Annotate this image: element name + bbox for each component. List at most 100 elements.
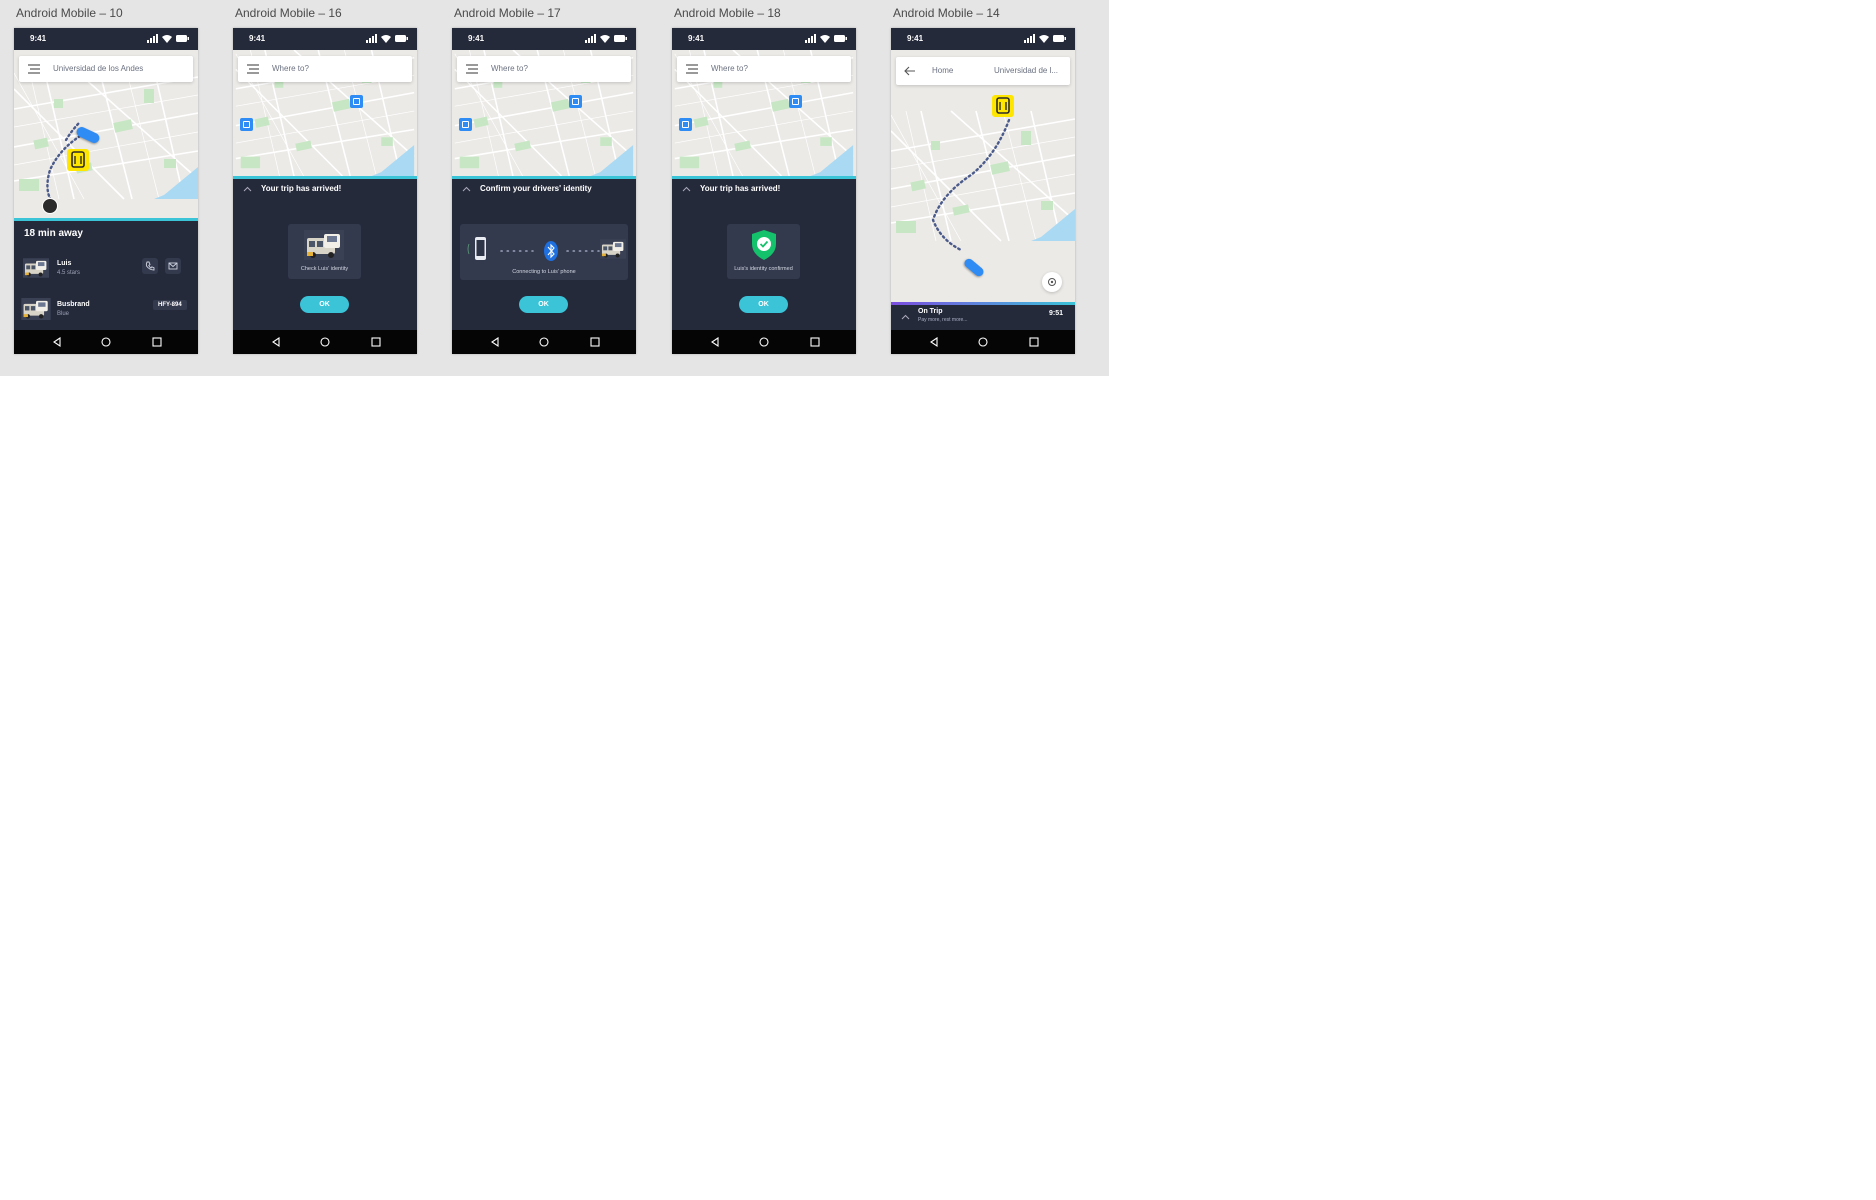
back-icon[interactable]	[928, 336, 940, 348]
status-bar: 9:41	[233, 28, 417, 50]
sheet-title: Confirm your drivers' identity	[480, 184, 592, 193]
smartphone-icon	[467, 237, 486, 260]
frame-label: Android Mobile – 10	[16, 6, 123, 20]
back-icon[interactable]	[709, 336, 721, 348]
bus-photo	[304, 230, 344, 260]
trip-subtitle: Pay more, rest more...	[918, 317, 968, 323]
phone-frame-17: 9:41 Confirm your drivers' identity Conn…	[452, 28, 636, 354]
home-icon[interactable]	[758, 336, 770, 348]
status-icons	[1024, 34, 1066, 43]
chevron-up-icon[interactable]	[682, 186, 691, 192]
call-button[interactable]	[142, 258, 158, 274]
bus-stop-icon[interactable]	[66, 148, 90, 172]
recents-icon[interactable]	[1028, 336, 1040, 348]
route-bar[interactable]: Home Universidad de l...	[896, 57, 1070, 85]
bus-brand: Busbrand	[57, 301, 90, 308]
user-avatar-marker	[42, 198, 58, 214]
chevron-up-icon[interactable]	[901, 314, 910, 320]
destination-bus-stop-icon[interactable]	[991, 94, 1015, 118]
bus-stop-pin[interactable]	[679, 118, 692, 131]
arrow-back-icon[interactable]	[904, 66, 916, 76]
card-caption: Luis's identity confirmed	[734, 266, 793, 272]
destination-field[interactable]: Universidad de l...	[994, 66, 1058, 75]
bus-stop-pin[interactable]	[350, 95, 363, 108]
frame-label: Android Mobile – 16	[235, 6, 342, 20]
menu-icon[interactable]	[466, 64, 478, 74]
home-icon[interactable]	[538, 336, 550, 348]
bus-stop-pin[interactable]	[789, 95, 802, 108]
trip-sheet[interactable]: On Trip Pay more, rest more... 9:51	[891, 302, 1075, 330]
status-bar: 9:41	[14, 28, 198, 50]
bus-photo	[21, 298, 51, 320]
sheet-title: Your trip has arrived!	[261, 184, 342, 193]
arrival-sheet: Your trip has arrived! Check Luis' ident…	[233, 176, 417, 330]
android-nav-bar	[233, 330, 417, 354]
frame-label: Android Mobile – 18	[674, 6, 781, 20]
menu-icon[interactable]	[247, 64, 259, 74]
arrival-sheet: Your trip has arrived! Luis's identity c…	[672, 176, 856, 330]
ok-button[interactable]: OK	[300, 296, 349, 313]
back-icon[interactable]	[51, 336, 63, 348]
phone-frame-14: 9:41 On Trip Pay more, rest more... 9:51…	[891, 28, 1075, 354]
search-input[interactable]: Where to?	[272, 64, 309, 73]
menu-icon[interactable]	[28, 64, 40, 74]
chevron-up-icon[interactable]	[243, 186, 252, 192]
bus-stop-pin[interactable]	[459, 118, 472, 131]
bus-stop-pin[interactable]	[240, 118, 253, 131]
identity-card[interactable]: Check Luis' identity	[288, 224, 361, 279]
origin-field[interactable]: Home	[932, 66, 953, 75]
ok-button[interactable]: OK	[739, 296, 788, 313]
search-bar[interactable]: Where to?	[457, 56, 631, 82]
recents-icon[interactable]	[151, 336, 163, 348]
design-canvas: Android Mobile – 10 9:41 18 min away Lui…	[0, 0, 1109, 376]
chevron-up-icon[interactable]	[462, 186, 471, 192]
ok-button[interactable]: OK	[519, 296, 568, 313]
search-bar[interactable]: Where to?	[677, 56, 851, 82]
recents-icon[interactable]	[370, 336, 382, 348]
menu-icon[interactable]	[686, 64, 698, 74]
card-caption: Check Luis' identity	[300, 266, 349, 272]
search-bar[interactable]: Where to?	[238, 56, 412, 82]
search-input[interactable]: Where to?	[711, 64, 748, 73]
search-bar[interactable]: Universidad de los Andes	[19, 56, 193, 82]
status-bar: 9:41	[452, 28, 636, 50]
dotted-connection-right	[566, 250, 600, 252]
status-time: 9:41	[30, 34, 47, 43]
card-caption: Connecting to Luis' phone	[512, 269, 576, 275]
driver-sheet: 18 min away Luis 4.5 stars Busbrand Blue…	[14, 218, 198, 330]
trip-status: On Trip	[918, 308, 943, 315]
bus-stop-pin[interactable]	[569, 95, 582, 108]
message-button[interactable]	[165, 258, 181, 274]
recenter-button[interactable]	[1042, 272, 1062, 292]
driver-rating: 4.5 stars	[57, 270, 81, 276]
mail-icon	[168, 262, 178, 270]
frame-label: Android Mobile – 14	[893, 6, 1000, 20]
search-input[interactable]: Where to?	[491, 64, 528, 73]
home-icon[interactable]	[319, 336, 331, 348]
eta-text: 18 min away	[24, 228, 83, 239]
phone-icon	[145, 261, 155, 271]
phone-frame-18: 9:41 Your trip has arrived! Luis's ident…	[672, 28, 856, 354]
back-icon[interactable]	[489, 336, 501, 348]
status-time: 9:41	[468, 34, 485, 43]
status-icons	[147, 34, 189, 43]
status-time: 9:41	[907, 34, 924, 43]
map-view[interactable]	[891, 50, 1075, 302]
route-line	[931, 118, 1011, 252]
crosshair-icon	[1048, 278, 1056, 286]
home-icon[interactable]	[100, 336, 112, 348]
driver-name: Luis	[57, 260, 72, 267]
home-icon[interactable]	[977, 336, 989, 348]
status-icons	[366, 34, 408, 43]
phone-frame-10: 9:41 18 min away Luis 4.5 stars Busbrand…	[14, 28, 198, 354]
bus-color: Blue	[57, 311, 70, 317]
progress-line	[891, 302, 1075, 305]
recents-icon[interactable]	[809, 336, 821, 348]
license-plate: HFY-894	[153, 300, 187, 310]
confirmed-card: Luis's identity confirmed	[727, 224, 800, 279]
recents-icon[interactable]	[589, 336, 601, 348]
accent-line	[233, 176, 417, 179]
back-icon[interactable]	[270, 336, 282, 348]
android-nav-bar	[452, 330, 636, 354]
search-input[interactable]: Universidad de los Andes	[53, 64, 143, 73]
